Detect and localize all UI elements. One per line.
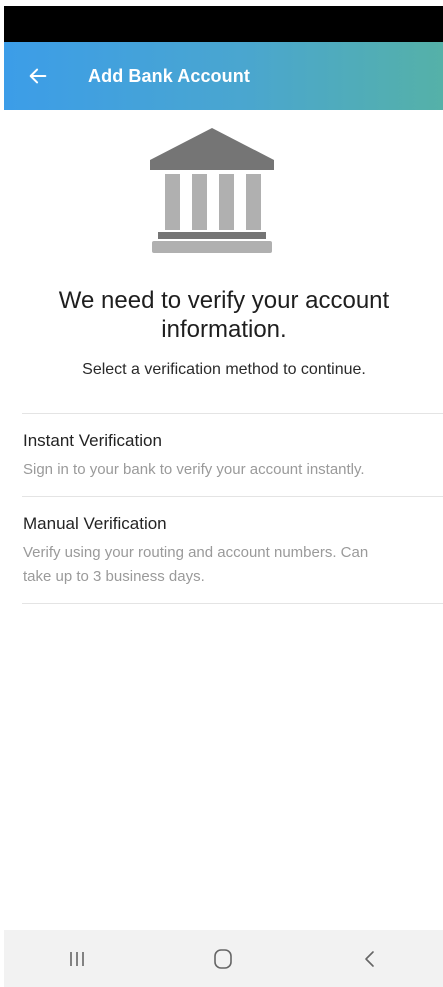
system-back-button[interactable] xyxy=(340,939,400,979)
page-title: Add Bank Account xyxy=(88,65,250,86)
recents-button[interactable] xyxy=(47,939,107,979)
option-title: Manual Verification xyxy=(23,514,167,533)
home-button[interactable] xyxy=(193,939,253,979)
arrow-left-icon xyxy=(29,68,47,84)
status-bar xyxy=(4,6,443,42)
headline: We need to verify your account informati… xyxy=(58,287,390,343)
option-title: Instant Verification xyxy=(23,431,162,450)
option-description: Sign in to your bank to verify your acco… xyxy=(23,461,365,478)
instant-verification-option[interactable]: Instant Verification Sign in to your ban… xyxy=(22,413,443,496)
verification-options: Instant Verification Sign in to your ban… xyxy=(22,413,443,604)
back-button[interactable] xyxy=(18,56,58,96)
screen: Add Bank Account We need to verify your … xyxy=(0,0,443,987)
manual-verification-option[interactable]: Manual Verification Verify using your ro… xyxy=(22,496,443,604)
back-chevron-icon xyxy=(365,950,374,967)
subline: Select a verification method to continue… xyxy=(82,361,366,378)
app-bar: Add Bank Account xyxy=(4,42,443,110)
recents-icon xyxy=(70,951,84,966)
home-icon xyxy=(214,948,233,969)
bank-icon xyxy=(150,128,275,256)
system-nav-bar xyxy=(4,930,443,987)
option-description: Verify using your routing and account nu… xyxy=(23,544,369,585)
